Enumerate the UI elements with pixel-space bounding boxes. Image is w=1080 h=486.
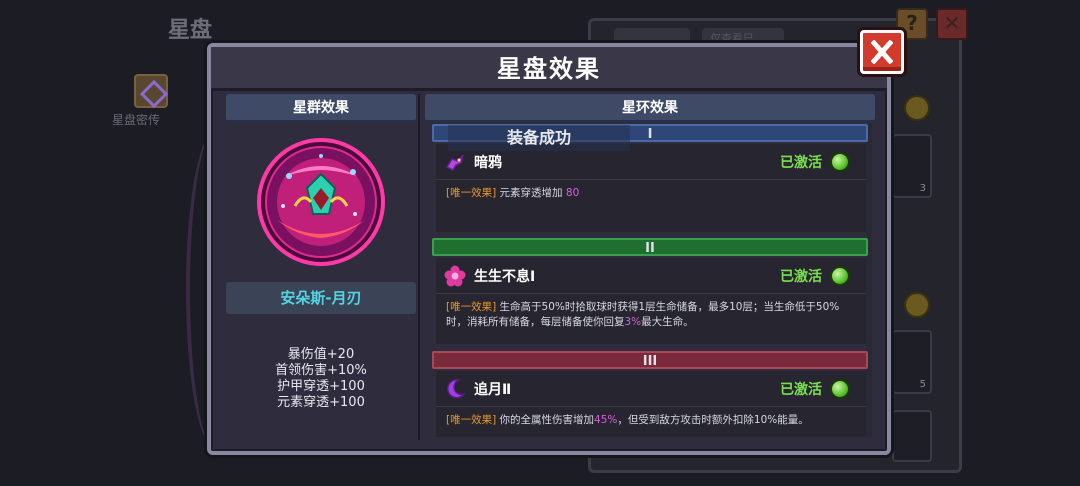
desc-highlight: 45% (594, 414, 618, 426)
stat-line: 护甲穿透+100 (277, 379, 365, 394)
ring-effect-name: 追月Ⅱ (474, 382, 512, 398)
inventory-slot[interactable]: 5 (892, 330, 932, 394)
ring-status: 已激活 (780, 382, 822, 398)
ring-effect-name: 生生不息Ⅰ (474, 269, 536, 285)
ring-effect-name: 暗鸦 (474, 155, 502, 171)
unique-effect-tag: [唯一效果] (446, 187, 497, 199)
modal-title: 星盘效果 (497, 55, 601, 83)
ring-effect-description: [唯一效果] 元素穿透增加 80 (436, 180, 866, 201)
ring-status: 已激活 (780, 155, 822, 171)
unique-effect-tag: [唯一效果] (446, 414, 497, 426)
constellation-effect-panel: 星群效果 安朵斯-月刃 暴伤值+20 首领伤害+10% 护甲穿透+100 元素穿… (226, 94, 416, 440)
active-orb-icon (830, 152, 850, 172)
desc-text: 元素穿透增加 (499, 187, 563, 199)
desc-text: 最大生命。 (641, 316, 694, 328)
inventory-slot[interactable] (892, 410, 932, 462)
close-icon (871, 40, 893, 64)
constellation-stats: 暴伤值+20 首领伤害+10% 护甲穿透+100 元素穿透+100 (226, 347, 416, 411)
ring-card-header: 生生不息Ⅰ 已激活 (436, 258, 866, 294)
ring-effect-description: [唯一效果] 生命高于50%时拾取球时获得1层生命储备，最多10层；当生命低于5… (436, 294, 866, 330)
stat-line: 暴伤值+20 (287, 347, 355, 362)
stat-line: 首领伤害+10% (275, 363, 367, 378)
toast-equip-success: 装备成功 (448, 125, 630, 151)
coin-icon (904, 292, 930, 318)
inventory-slot[interactable]: 3 (892, 134, 932, 198)
panel-divider (418, 94, 420, 440)
constellation-effect-header: 星群效果 (226, 94, 416, 122)
background-close-icon[interactable]: ✕ (936, 8, 968, 40)
ring-card-3: 追月Ⅱ 已激活 [唯一效果] 你的全属性伤害增加45%，但受到敌方攻击时额外扣除… (436, 371, 866, 437)
desc-highlight: 80 (565, 187, 580, 199)
ring-card-1: 暗鸦 已激活 [唯一效果] 元素穿透增加 80 (436, 144, 866, 232)
slot-count: 5 (919, 379, 926, 390)
background-title: 星盘 (168, 18, 213, 43)
ring-bar-3: III (432, 351, 868, 369)
star-disk-emblem-icon (255, 136, 387, 268)
ring-status: 已激活 (780, 269, 822, 285)
unique-effect-tag: [唯一效果] (446, 301, 497, 313)
desc-text: ，但受到敌方攻击时额外扣除10%能量。 (617, 414, 809, 426)
slot-count: 3 (919, 183, 926, 194)
star-disk-secret-icon[interactable] (134, 74, 168, 108)
ring-card-2: 生生不息Ⅰ 已激活 [唯一效果] 生命高于50%时拾取球时获得1层生命储备，最多… (436, 258, 866, 344)
constellation-name: 安朵斯-月刃 (226, 282, 416, 314)
stat-line: 元素穿透+100 (277, 395, 365, 410)
coin-icon (904, 95, 930, 121)
ring-bar-2: II (432, 238, 868, 256)
ring-effect-description: [唯一效果] 你的全属性伤害增加45%，但受到敌方攻击时额外扣除10%能量。 (436, 407, 866, 428)
desc-text: 你的全属性伤害增加 (499, 414, 595, 426)
flower-icon (444, 265, 466, 287)
crescent-moon-icon (446, 378, 466, 399)
active-orb-icon (830, 379, 850, 399)
crow-icon (445, 154, 464, 171)
close-button[interactable] (860, 30, 904, 74)
scroll-track[interactable] (866, 124, 872, 438)
ring-effect-header: 星环效果 (425, 94, 875, 122)
active-orb-icon (830, 266, 850, 286)
desc-highlight: 3% (624, 316, 642, 328)
ring-card-header: 追月Ⅱ 已激活 (436, 371, 866, 407)
star-disk-secret-label: 星盘密传 (112, 113, 161, 127)
modal-header: 星盘效果 (211, 47, 887, 91)
